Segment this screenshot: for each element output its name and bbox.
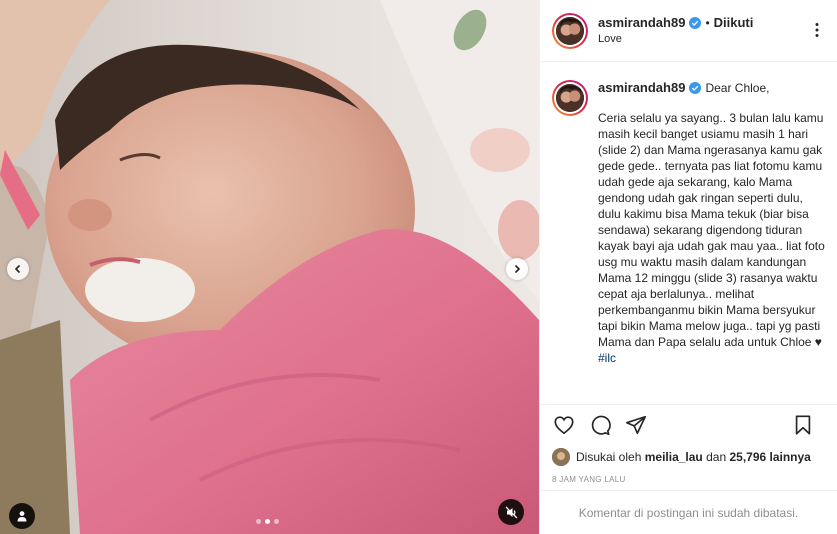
share-button[interactable] — [624, 413, 648, 437]
carousel-dot — [274, 519, 279, 524]
baby-photo — [0, 0, 539, 534]
likes-count[interactable]: 25,796 lainnya — [729, 450, 810, 464]
caption-section[interactable]: asmirandah89 Dear Chloe, Ceria selalu ya… — [540, 62, 837, 402]
follow-separator: • — [705, 15, 710, 30]
bookmark-icon — [795, 415, 811, 435]
chevron-right-icon — [514, 264, 521, 274]
user-tag-icon — [17, 511, 27, 522]
caption-body-text: Ceria selalu ya sayang.. 3 bulan lalu ka… — [598, 111, 829, 349]
action-bar — [540, 404, 837, 444]
share-icon — [626, 415, 646, 434]
heart-icon — [554, 415, 574, 434]
like-button[interactable] — [552, 413, 576, 437]
carousel-prev-button[interactable] — [7, 258, 29, 280]
comment-icon — [591, 415, 611, 435]
chevron-left-icon — [14, 264, 21, 274]
post-media[interactable] — [0, 0, 539, 534]
likes-conjunction: dan — [706, 450, 727, 464]
post-location[interactable]: Love — [598, 31, 753, 47]
likes-prefix: Disukai oleh — [576, 450, 642, 464]
liked-by-username[interactable]: meilia_lau — [645, 450, 703, 464]
comments-disabled-notice: Komentar di postingan ini sudah dibatasi… — [540, 490, 837, 534]
caption-author-avatar[interactable] — [552, 80, 588, 116]
avatar-image — [556, 84, 584, 112]
post-timestamp[interactable]: 8 JAM YANG LALU — [540, 470, 837, 490]
post-header: asmirandah89 • Diikuti Love — [540, 0, 837, 62]
liker-avatar[interactable] — [552, 448, 570, 466]
verified-badge-icon — [689, 16, 702, 29]
more-options-icon — [815, 23, 819, 37]
caption-greeting: Dear Chloe, — [705, 81, 770, 95]
carousel-dot-active — [265, 519, 270, 524]
mute-button[interactable] — [498, 499, 524, 525]
post-side-panel: asmirandah89 • Diikuti Love asmirandah89… — [539, 0, 837, 534]
carousel-dot — [256, 519, 261, 524]
caption-text: Ceria selalu ya sayang.. 3 bulan lalu ka… — [598, 110, 825, 366]
avatar-image — [556, 16, 584, 45]
avatar-image — [552, 448, 570, 466]
carousel-indicator — [256, 519, 279, 524]
caption-username[interactable]: asmirandah89 — [598, 80, 685, 96]
author-avatar[interactable] — [552, 12, 588, 49]
verified-badge-icon — [689, 82, 702, 94]
caption-hashtag[interactable]: #ilc — [598, 351, 616, 365]
save-button[interactable] — [791, 413, 815, 437]
mute-icon — [505, 506, 517, 518]
instagram-post: asmirandah89 • Diikuti Love asmirandah89… — [0, 0, 837, 534]
more-options-button[interactable] — [809, 22, 825, 41]
comment-button[interactable] — [588, 413, 612, 437]
user-tag-button[interactable] — [9, 503, 35, 529]
likes-summary: Disukai oleh meilia_lau dan 25,796 lainn… — [540, 444, 837, 470]
author-username[interactable]: asmirandah89 — [598, 15, 685, 31]
following-button[interactable]: Diikuti — [714, 15, 754, 31]
carousel-next-button[interactable] — [506, 258, 528, 280]
